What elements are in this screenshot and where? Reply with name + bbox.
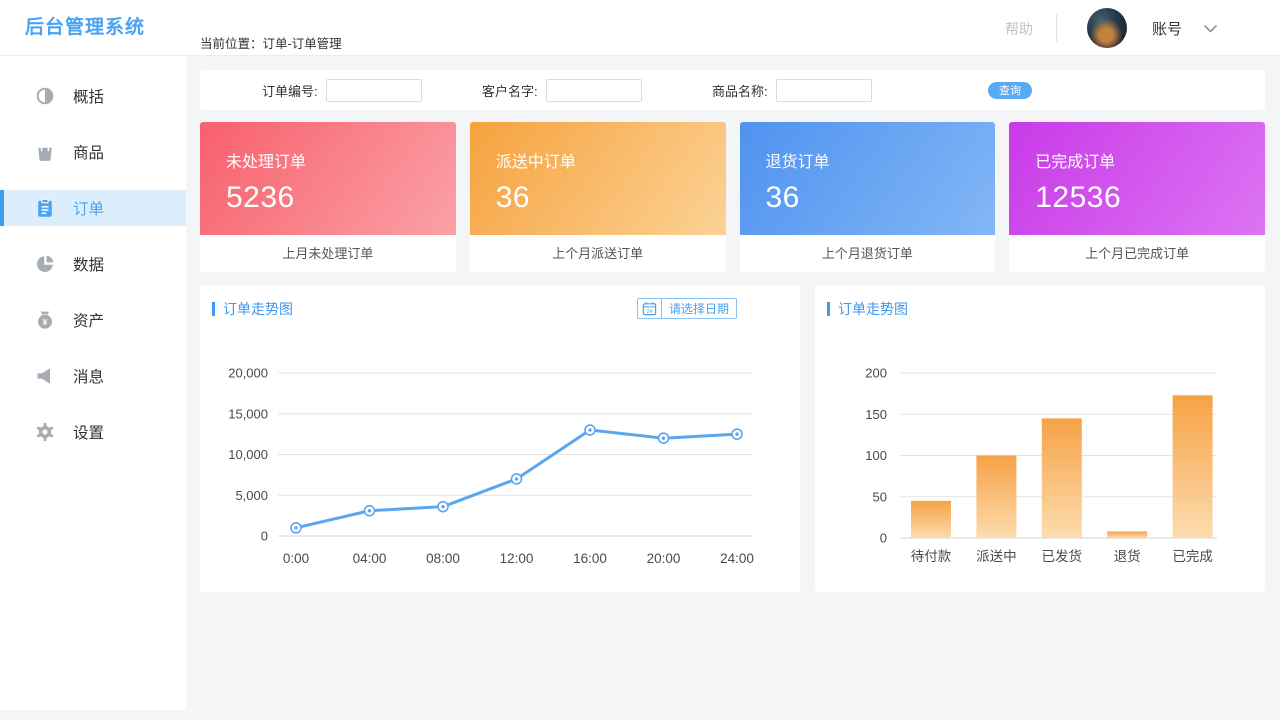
stat-card-top: 退货订单 36 bbox=[740, 122, 996, 235]
svg-text:04:00: 04:00 bbox=[353, 551, 387, 566]
stat-card-footer: 上个月退货订单 bbox=[740, 235, 996, 272]
svg-text:¥: ¥ bbox=[43, 317, 48, 327]
stat-card-footer: 上个月派送订单 bbox=[470, 235, 726, 272]
svg-text:0: 0 bbox=[261, 529, 268, 544]
svg-text:0: 0 bbox=[880, 531, 887, 546]
stat-card-delivering: 派送中订单 36 上个月派送订单 bbox=[470, 122, 726, 272]
stat-card-completed: 已完成订单 12536 上个月已完成订单 bbox=[1009, 122, 1265, 272]
stat-card-title: 已完成订单 bbox=[1035, 148, 1265, 172]
order-number-field-group: 订单编号: bbox=[262, 79, 422, 102]
sidebar-item-label: 数据 bbox=[73, 253, 104, 275]
bar-chart-title: 订单走势图 bbox=[838, 299, 908, 319]
title-accent-bar bbox=[827, 302, 830, 316]
stat-cards-row: 未处理订单 5236 上月未处理订单 派送中订单 36 上个月派送订单 退货订单… bbox=[200, 122, 1265, 272]
messages-speaker-icon bbox=[34, 365, 56, 387]
svg-text:5,000: 5,000 bbox=[235, 488, 268, 503]
calendar-icon: 24 bbox=[638, 299, 662, 318]
svg-text:50: 50 bbox=[873, 489, 887, 504]
stat-card-footer: 上月未处理订单 bbox=[200, 235, 456, 272]
product-name-input[interactable] bbox=[776, 79, 872, 102]
line-chart-panel: 订单走势图 24 请选择日期 05,00010,00015,00020,0000… bbox=[200, 285, 800, 592]
chevron-down-icon[interactable] bbox=[1203, 24, 1218, 34]
customer-name-label: 客户名字: bbox=[482, 81, 538, 100]
stat-card-title: 未处理订单 bbox=[226, 148, 456, 172]
sidebar-item-label: 消息 bbox=[73, 365, 104, 387]
date-picker[interactable]: 24 请选择日期 bbox=[637, 298, 737, 319]
sidebar-item-settings[interactable]: 设置 bbox=[0, 414, 186, 450]
overview-icon bbox=[34, 85, 56, 107]
svg-text:待付款: 待付款 bbox=[911, 549, 952, 564]
assets-moneybag-icon: ¥ bbox=[34, 309, 56, 331]
panel-header: 订单走势图 bbox=[827, 299, 908, 319]
date-picker-label: 请选择日期 bbox=[662, 299, 736, 318]
bar-chart-panel: 订单走势图 0 50 100 150 200 待付款 派送中 已发货 退货 已完成 bbox=[815, 285, 1265, 592]
product-name-label: 商品名称: bbox=[712, 81, 768, 100]
stat-card-title: 派送中订单 bbox=[496, 148, 726, 172]
svg-text:20,000: 20,000 bbox=[228, 366, 268, 381]
stat-card-value: 36 bbox=[766, 181, 996, 215]
line-chart-title: 订单走势图 bbox=[223, 299, 293, 319]
panel-header: 订单走势图 bbox=[212, 299, 293, 319]
svg-text:16:00: 16:00 bbox=[573, 551, 607, 566]
account-menu-label[interactable]: 账号 bbox=[1152, 18, 1182, 39]
stat-card-value: 12536 bbox=[1035, 181, 1265, 215]
sidebar-item-label: 商品 bbox=[73, 141, 104, 163]
svg-text:20:00: 20:00 bbox=[647, 551, 681, 566]
stat-card-title: 退货订单 bbox=[766, 148, 996, 172]
sidebar-item-label: 设置 bbox=[73, 421, 104, 443]
customer-name-field-group: 客户名字: bbox=[482, 79, 642, 102]
products-bag-icon bbox=[34, 141, 56, 163]
svg-text:派送中: 派送中 bbox=[976, 549, 1017, 564]
sidebar-item-data[interactable]: 数据 bbox=[0, 246, 186, 282]
sidebar: 概括 商品 订单 数据 ¥ 资产 消息 设置 bbox=[0, 56, 186, 710]
svg-text:150: 150 bbox=[865, 407, 887, 422]
sidebar-item-overview[interactable]: 概括 bbox=[0, 78, 186, 114]
settings-gear-icon bbox=[34, 421, 56, 443]
stat-card-top: 派送中订单 36 bbox=[470, 122, 726, 235]
topbar-divider bbox=[1056, 14, 1057, 42]
sidebar-item-label: 概括 bbox=[73, 85, 104, 107]
stat-card-footer: 上个月已完成订单 bbox=[1009, 235, 1265, 272]
svg-text:已发货: 已发货 bbox=[1042, 548, 1083, 564]
stat-card-top: 未处理订单 5236 bbox=[200, 122, 456, 235]
svg-text:已完成: 已完成 bbox=[1172, 549, 1213, 564]
order-number-input[interactable] bbox=[326, 79, 422, 102]
svg-text:10,000: 10,000 bbox=[228, 447, 268, 462]
order-status-bar-chart: 0 50 100 150 200 待付款 派送中 已发货 退货 已完成 bbox=[815, 285, 1265, 592]
app-title: 后台管理系统 bbox=[25, 0, 145, 55]
product-name-field-group: 商品名称: bbox=[712, 79, 872, 102]
stat-card-pending: 未处理订单 5236 上月未处理订单 bbox=[200, 122, 456, 272]
svg-text:0:00: 0:00 bbox=[283, 551, 309, 566]
sidebar-item-messages[interactable]: 消息 bbox=[0, 358, 186, 394]
svg-text:100: 100 bbox=[865, 448, 887, 463]
title-accent-bar bbox=[212, 302, 215, 316]
sidebar-item-products[interactable]: 商品 bbox=[0, 134, 186, 170]
svg-text:200: 200 bbox=[865, 366, 887, 381]
query-button[interactable]: 查询 bbox=[988, 82, 1032, 99]
svg-text:退货: 退货 bbox=[1114, 548, 1141, 564]
svg-text:24:00: 24:00 bbox=[720, 551, 754, 566]
svg-text:24: 24 bbox=[647, 309, 653, 315]
customer-name-input[interactable] bbox=[546, 79, 642, 102]
svg-text:12:00: 12:00 bbox=[500, 551, 534, 566]
sidebar-item-orders[interactable]: 订单 bbox=[0, 190, 186, 226]
stat-card-value: 5236 bbox=[226, 181, 456, 215]
breadcrumb: 当前位置：订单-订单管理 bbox=[200, 33, 342, 52]
stat-card-value: 36 bbox=[496, 181, 726, 215]
data-pie-icon bbox=[34, 253, 56, 275]
stat-card-top: 已完成订单 12536 bbox=[1009, 122, 1265, 235]
help-link[interactable]: 帮助 bbox=[1005, 19, 1033, 39]
order-number-label: 订单编号: bbox=[262, 81, 318, 100]
avatar[interactable] bbox=[1087, 8, 1127, 48]
top-bar: 后台管理系统 当前位置：订单-订单管理 帮助 账号 bbox=[0, 0, 1280, 56]
sidebar-item-label: 订单 bbox=[73, 197, 104, 219]
order-trend-line-chart: 0 5,000 10,000 15,000 20,000 0:00 04:00 08:00 12… bbox=[200, 285, 800, 592]
stat-card-returns: 退货订单 36 上个月退货订单 bbox=[740, 122, 996, 272]
sidebar-item-assets[interactable]: ¥ 资产 bbox=[0, 302, 186, 338]
orders-clipboard-icon bbox=[34, 197, 56, 219]
order-search-panel: 订单编号: 客户名字: 商品名称: 查询 bbox=[200, 70, 1265, 110]
svg-text:08:00: 08:00 bbox=[426, 551, 460, 566]
sidebar-item-label: 资产 bbox=[73, 309, 104, 331]
svg-text:15,000: 15,000 bbox=[228, 406, 268, 421]
